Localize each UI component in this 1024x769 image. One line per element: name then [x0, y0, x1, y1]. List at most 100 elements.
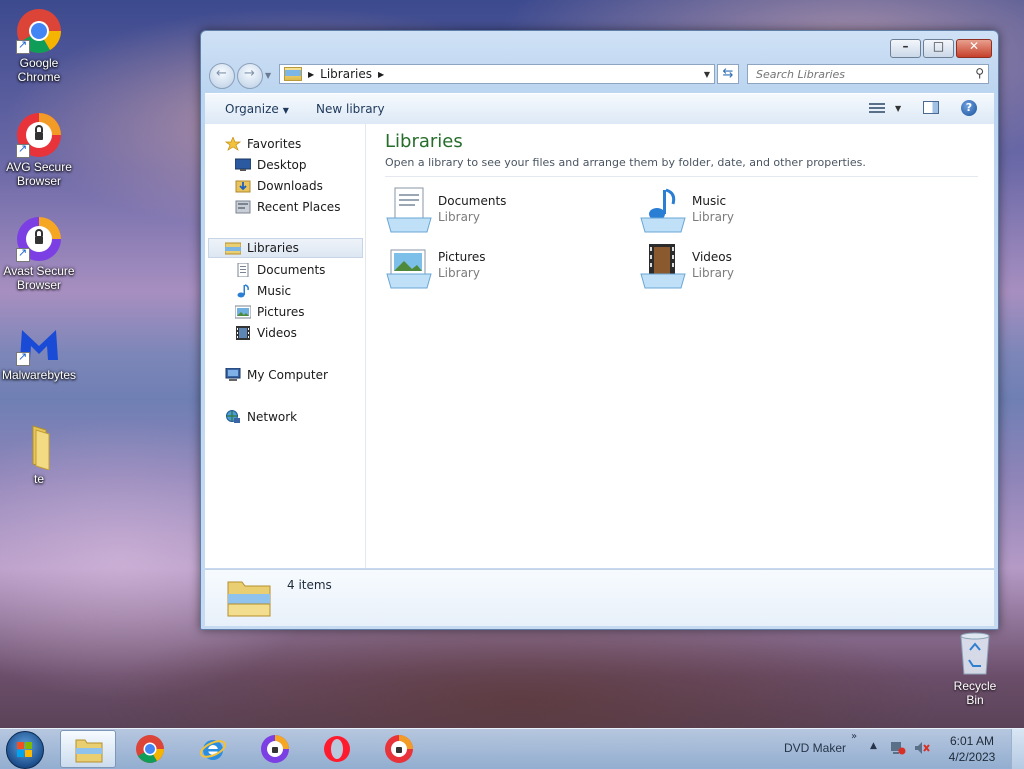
nav-item-music[interactable]: Music — [235, 281, 291, 301]
close-icon: ✕ — [968, 39, 980, 53]
back-button[interactable] — [209, 63, 235, 89]
chrome-icon — [16, 8, 62, 54]
explorer-window: – □ ✕ ▼ ▶ Libraries ▶ ▼ ⇆ ⚲ Organize▼ Ne… — [200, 30, 999, 630]
toolbar-overflow-icon[interactable]: » — [851, 731, 857, 742]
show-hidden-icons-button[interactable]: ▲ — [870, 741, 877, 751]
taskbar-avg-browser[interactable] — [247, 730, 303, 768]
restore-icon: □ — [932, 39, 945, 53]
nav-item-downloads[interactable]: Downloads — [235, 176, 323, 196]
nav-label: Videos — [257, 326, 297, 340]
pictures-library-icon — [385, 242, 433, 290]
nav-label: Documents — [257, 263, 326, 277]
nav-item-documents[interactable]: Documents — [235, 260, 325, 280]
desktop-icon — [234, 158, 252, 172]
documents-library-icon — [385, 186, 433, 234]
avg-browser-icon — [261, 735, 289, 763]
shortcut-arrow-icon — [16, 350, 30, 366]
help-icon[interactable]: ? — [961, 100, 977, 116]
nav-item-network[interactable]: Network — [225, 407, 297, 427]
address-dropdown-icon[interactable]: ▼ — [704, 70, 710, 79]
nav-item-recent-places[interactable]: Recent Places — [235, 197, 340, 217]
taskbar-opera[interactable] — [309, 730, 365, 768]
desktop-icon-label: te — [33, 472, 44, 486]
clock-date: 4/2/2023 — [948, 750, 996, 764]
clock-time: 6:01 AM — [949, 734, 995, 748]
shortcut-arrow-icon — [16, 246, 30, 262]
search-input[interactable] — [754, 67, 958, 82]
nav-item-my-computer[interactable]: My Computer — [225, 365, 328, 385]
library-name: Documents — [438, 194, 507, 208]
desktop-icon-malwarebytes[interactable]: Malwarebytes — [0, 320, 78, 382]
libraries-icon — [224, 241, 242, 255]
desktop-icon-recycle-bin[interactable]: Recycle Bin — [944, 630, 1006, 707]
search-box[interactable]: ⚲ — [747, 64, 989, 84]
nav-label: Pictures — [257, 305, 305, 319]
library-name: Videos — [692, 250, 732, 264]
library-tile-pictures[interactable]: Pictures Library — [385, 242, 615, 294]
music-library-icon — [639, 186, 687, 234]
library-tile-documents[interactable]: Documents Library — [385, 186, 615, 238]
avg-browser-icon — [16, 112, 62, 158]
nav-label: Favorites — [247, 137, 302, 151]
desktop-icon-avg-secure-browser[interactable]: AVG Secure Browser — [0, 112, 78, 188]
desktop-icon-label: Malwarebytes — [1, 368, 77, 382]
taskbar-chrome[interactable] — [122, 730, 178, 768]
nav-label: Downloads — [257, 179, 323, 193]
libraries-large-icon — [227, 576, 271, 618]
library-name: Pictures — [438, 250, 486, 264]
recent-pages-dropdown[interactable]: ▼ — [265, 71, 271, 80]
tray-toolbar-label[interactable]: DVD Maker — [784, 741, 846, 755]
main-pane: Libraries Open a library to see your fil… — [366, 124, 994, 568]
address-bar[interactable]: ▶ Libraries ▶ ▼ — [279, 64, 715, 84]
divider — [385, 176, 978, 177]
show-desktop-button[interactable] — [1011, 729, 1024, 769]
refresh-button[interactable]: ⇆ — [717, 64, 739, 84]
change-view-icon[interactable] — [869, 101, 885, 115]
nav-item-favorites[interactable]: Favorites — [224, 134, 302, 154]
minimize-icon: – — [902, 39, 909, 53]
downloads-icon — [235, 179, 251, 193]
pictures-icon — [234, 305, 252, 319]
malwarebytes-icon — [16, 320, 62, 366]
breadcrumb-libraries[interactable]: Libraries — [320, 67, 372, 81]
shortcut-arrow-icon — [16, 38, 30, 54]
minimize-button[interactable]: – — [890, 39, 921, 58]
action-center-icon[interactable] — [890, 741, 906, 755]
desktop-icon-label: Avast Secure Browser — [3, 264, 75, 292]
forward-button[interactable] — [237, 63, 263, 89]
new-library-button[interactable]: New library — [316, 102, 385, 116]
desktop-icon-avast-secure-browser[interactable]: Avast Secure Browser — [0, 216, 78, 292]
volume-muted-icon[interactable] — [914, 741, 930, 755]
maximize-button[interactable]: □ — [923, 39, 954, 58]
close-button[interactable]: ✕ — [956, 39, 992, 58]
nav-label: Recent Places — [257, 200, 341, 214]
nav-item-libraries[interactable]: Libraries — [208, 238, 363, 258]
desktop-icon-google-chrome[interactable]: Google Chrome — [0, 8, 78, 84]
avast-browser-icon — [16, 216, 62, 262]
taskbar-internet-explorer[interactable] — [185, 730, 241, 768]
breadcrumb-separator-icon[interactable]: ▶ — [308, 70, 314, 79]
taskbar-avast-browser[interactable] — [371, 730, 427, 768]
breadcrumb-chevron-icon[interactable]: ▶ — [378, 70, 384, 79]
nav-item-desktop[interactable]: Desktop — [234, 155, 307, 175]
chevron-down-icon: ▼ — [282, 106, 289, 115]
libraries-folder-icon — [284, 67, 302, 81]
taskbar-explorer[interactable] — [60, 730, 116, 768]
start-button[interactable] — [6, 731, 44, 769]
videos-icon — [235, 326, 251, 340]
library-tile-videos[interactable]: Videos Library — [639, 242, 869, 294]
nav-label: Libraries — [247, 241, 299, 255]
desktop-icon-folder-te[interactable]: te — [0, 424, 78, 486]
organize-button[interactable]: Organize ▼ — [225, 102, 289, 116]
view-options-dropdown[interactable]: ▼ — [895, 104, 901, 113]
preview-pane-icon[interactable] — [923, 101, 939, 114]
network-icon — [225, 410, 241, 424]
library-tile-music[interactable]: Music Library — [639, 186, 869, 238]
documents-icon — [235, 262, 251, 278]
nav-item-pictures[interactable]: Pictures — [234, 302, 305, 322]
windows-logo-icon — [17, 742, 33, 758]
system-clock[interactable]: 6:01 AM 4/2/2023 — [938, 733, 1006, 765]
nav-item-videos[interactable]: Videos — [235, 323, 297, 343]
search-icon[interactable]: ⚲ — [975, 66, 984, 80]
recycle-bin-icon — [960, 632, 990, 675]
